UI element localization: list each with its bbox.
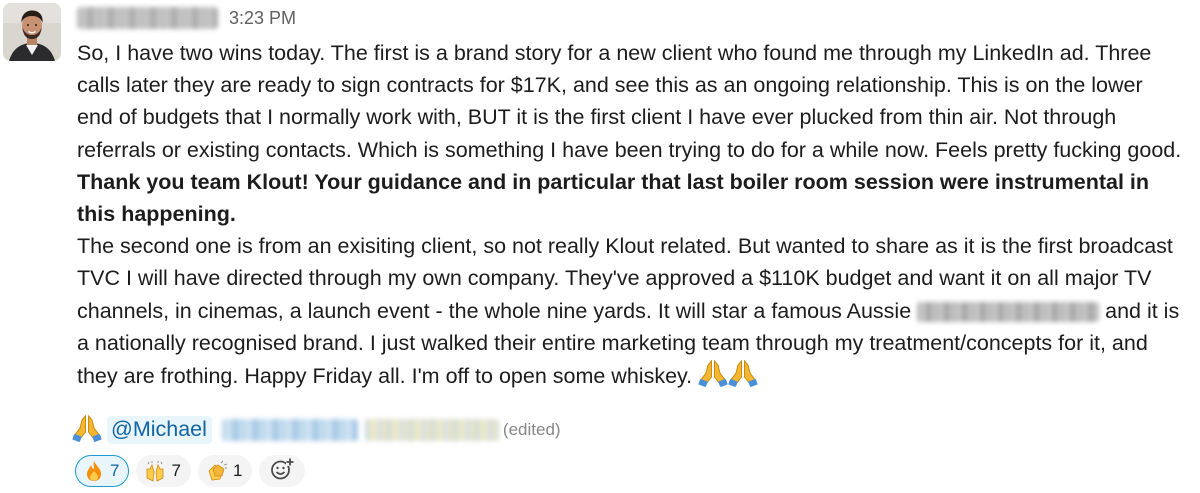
paragraph-2: The second one is from an exisiting clie… <box>77 230 1182 396</box>
redacted-mention[interactable] <box>221 419 358 441</box>
redacted-mention[interactable] <box>364 419 499 441</box>
raised-hands-icon <box>144 460 166 482</box>
paragraph-1: So, I have two wins today. The first is … <box>77 37 1182 230</box>
author-name[interactable] <box>77 7 218 29</box>
add-reaction-button[interactable] <box>259 455 306 487</box>
user-photo-icon <box>3 3 61 61</box>
reaction-count: 7 <box>110 461 120 480</box>
chat-message: 3:23 PM So, I have two wins today. The f… <box>0 0 1200 493</box>
reactions-bar: 7 7 1 <box>75 455 306 487</box>
add-emoji-icon <box>270 457 295 486</box>
clapping-hands-icon <box>206 460 228 482</box>
folded-hands-icon <box>698 359 728 396</box>
user-mention[interactable]: @Michael <box>107 416 212 444</box>
reaction-clapping-hands[interactable]: 1 <box>197 455 253 487</box>
timestamp[interactable]: 3:23 PM <box>229 8 296 29</box>
mention-line: @Michael (edited) <box>72 412 561 448</box>
folded-hands-icon <box>728 359 758 396</box>
reaction-fire[interactable]: 7 <box>75 455 130 487</box>
fire-icon <box>83 460 105 482</box>
reaction-raised-hands[interactable]: 7 <box>136 455 191 487</box>
paragraph-1-text: So, I have two wins today. The first is … <box>77 41 1182 162</box>
edited-label: (edited) <box>502 420 561 439</box>
redacted-name <box>917 301 1100 322</box>
paragraph-1-bold-text: Thank you team Klout! Your guidance and … <box>77 169 1150 227</box>
folded-hands-icon <box>72 414 102 447</box>
reaction-count: 1 <box>232 461 243 480</box>
reaction-count: 7 <box>171 461 181 480</box>
avatar[interactable] <box>3 3 61 61</box>
message-body: So, I have two wins today. The first is … <box>77 37 1182 396</box>
message-header: 3:23 PM <box>77 4 296 32</box>
